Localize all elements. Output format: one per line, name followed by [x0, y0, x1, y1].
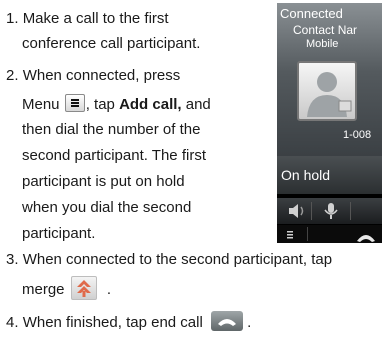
phone-screenshot: Connected Contact Nar Mobile 1-008 On ho… [277, 3, 382, 243]
step-3-line-2: merge . [22, 276, 111, 300]
step-2-line-6: when you dial the second [22, 199, 192, 216]
end-call-icon [210, 311, 243, 331]
step-2-text-a: When connected, press [22, 67, 181, 84]
step-3-number: 3. [6, 251, 19, 268]
end-call-softkey-icon [357, 235, 375, 242]
step-4-line-1: 4. When finished, tap end call . [6, 311, 251, 333]
step-2-line-7: participant. [22, 225, 96, 242]
step-2-and: and [185, 96, 211, 113]
step-2-line-2: Menu , tap Add call, and [22, 94, 211, 115]
menu-key-icon [64, 94, 85, 112]
phone-number: 1-008 [343, 129, 372, 141]
on-hold-label: On hold [281, 167, 331, 183]
step-2-line-1: 2. When connected, press [6, 66, 180, 86]
speaker-icon [289, 204, 304, 218]
microphone-icon [324, 203, 338, 219]
step-2-number: 2. [6, 67, 19, 84]
step-1-number: 1. [6, 10, 19, 27]
phone-bottom-bar [277, 225, 382, 243]
step-2-line-4: second participant. The first [22, 147, 206, 164]
step-3-period: . [106, 281, 112, 298]
contact-name: Contact Nar [293, 23, 358, 37]
step-1-line-2: conference call participant. [22, 35, 201, 52]
step-3-merge-word: merge [22, 281, 65, 298]
menu-softkey-icon [287, 231, 293, 239]
step-2-tap: , tap [85, 96, 115, 113]
call-actions-bar [277, 198, 382, 224]
step-4-period: . [247, 314, 252, 331]
step-3-line-1: 3. When connected to the second particip… [6, 250, 332, 270]
contact-avatar-icon [297, 61, 357, 121]
step-2-line-3: then dial the number of the [22, 121, 201, 138]
step-1-text-a: Make a call to the first [22, 10, 169, 27]
step-1-line-1: 1. Make a call to the first [6, 9, 169, 29]
call-status: Connected [280, 6, 343, 21]
step-2-add-call: Add call, [119, 96, 182, 113]
step-3-text-a: When connected to the second participant… [22, 251, 333, 268]
step-2-line-5: participant is put on hold [22, 173, 185, 190]
contact-type: Mobile [306, 38, 339, 50]
step-2-menu-word: Menu [22, 96, 60, 113]
merge-icon [70, 276, 97, 300]
step-4-number: 4. [6, 314, 19, 331]
step-4-text-a: When finished, tap end call [22, 314, 203, 331]
